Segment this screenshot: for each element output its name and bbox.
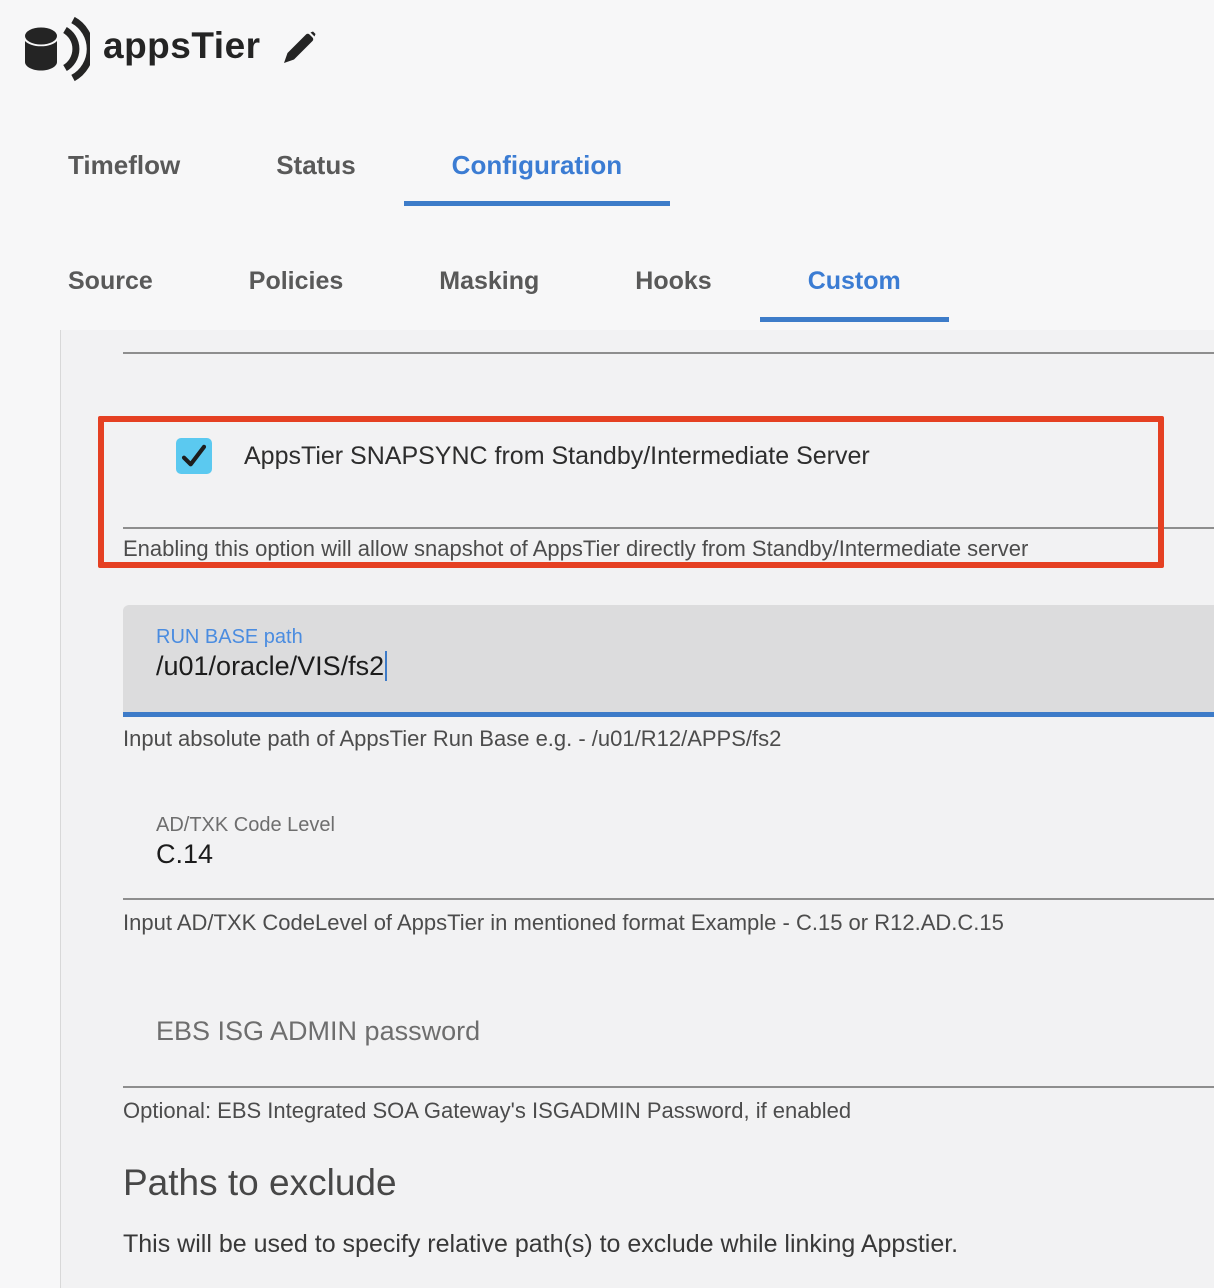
adtxk-code-level-field[interactable]: AD/TXK Code Level C.14 xyxy=(123,800,1214,900)
app-header: appsTier xyxy=(0,0,1214,100)
isg-password-helper-text: Optional: EBS Integrated SOA Gateway's I… xyxy=(123,1098,851,1124)
virtual-database-icon xyxy=(20,15,90,83)
tab-timeflow[interactable]: Timeflow xyxy=(20,140,228,206)
run-base-path-field[interactable]: RUN BASE path /u01/oracle/VIS/fs2 xyxy=(123,605,1214,717)
subtab-policies[interactable]: Policies xyxy=(201,256,392,322)
snapsync-helper-text: Enabling this option will allow snapshot… xyxy=(123,536,1028,562)
text-cursor xyxy=(385,651,387,681)
snapsync-checkbox-label: AppsTier SNAPSYNC from Standby/Intermedi… xyxy=(244,442,870,471)
paths-to-exclude-title: Paths to exclude xyxy=(123,1162,397,1204)
field-divider xyxy=(123,1086,1214,1088)
page-title: appsTier xyxy=(103,25,261,67)
snapsync-checkbox[interactable] xyxy=(176,438,212,474)
adtxk-helper-text: Input AD/TXK CodeLevel of AppsTier in me… xyxy=(123,910,1004,936)
tab-status[interactable]: Status xyxy=(228,140,403,206)
adtxk-code-level-value: C.14 xyxy=(156,839,213,870)
run-base-path-helper-text: Input absolute path of AppsTier Run Base… xyxy=(123,726,781,752)
adtxk-code-level-label: AD/TXK Code Level xyxy=(156,814,335,837)
subtab-custom[interactable]: Custom xyxy=(760,256,949,322)
run-base-path-label: RUN BASE path xyxy=(156,626,303,649)
subtab-source[interactable]: Source xyxy=(20,256,201,322)
pencil-icon[interactable] xyxy=(282,31,316,65)
subtab-masking[interactable]: Masking xyxy=(391,256,587,322)
field-divider xyxy=(123,527,1214,529)
check-icon xyxy=(179,441,209,471)
ebs-isg-admin-password-label: EBS ISG ADMIN password xyxy=(156,1016,480,1047)
custom-configuration-panel: AppsTier SNAPSYNC from Standby/Intermedi… xyxy=(60,330,1214,1288)
run-base-path-value: /u01/oracle/VIS/fs2 xyxy=(156,651,387,682)
ebs-isg-admin-password-field[interactable]: EBS ISG ADMIN password xyxy=(123,990,1214,1086)
main-tab-bar: Timeflow Status Configuration xyxy=(20,140,670,206)
paths-to-exclude-description: This will be used to specify relative pa… xyxy=(123,1230,958,1259)
field-divider xyxy=(123,898,1214,900)
field-divider xyxy=(123,352,1214,354)
subtab-hooks[interactable]: Hooks xyxy=(587,256,759,322)
configuration-subtab-bar: Source Policies Masking Hooks Custom xyxy=(20,256,949,322)
tab-configuration[interactable]: Configuration xyxy=(404,140,670,206)
